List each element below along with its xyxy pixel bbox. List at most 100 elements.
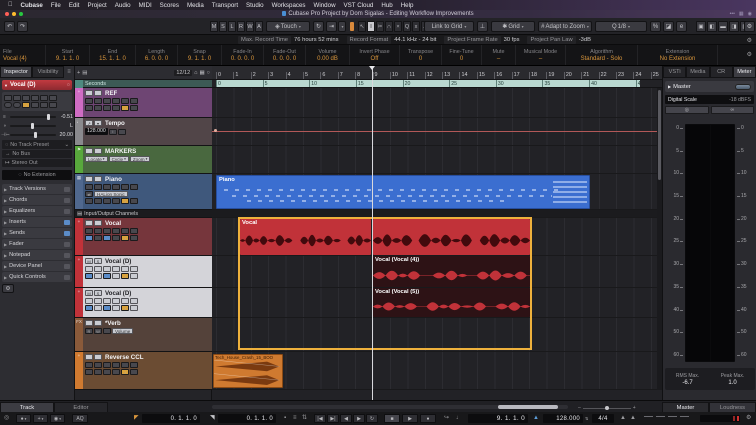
solo-button[interactable]: [94, 220, 102, 226]
menu-item[interactable]: Transport: [208, 2, 242, 9]
track-color-strip[interactable]: ♩: [75, 118, 83, 145]
menu-item[interactable]: Media: [183, 2, 208, 9]
redo-icon[interactable]: ↷: [17, 21, 28, 32]
input-routing-selector[interactable]: → No Bus: [2, 150, 72, 158]
track-control-button[interactable]: [103, 328, 111, 334]
tab-media[interactable]: Media: [686, 66, 710, 78]
pre-roll-icon[interactable]: ↪: [444, 414, 449, 423]
auto-punch-icon[interactable]: ⇥: [326, 21, 337, 32]
read-button[interactable]: R: [85, 328, 93, 334]
tool-button[interactable]: x: [412, 21, 420, 32]
lane-verb[interactable]: [212, 318, 662, 352]
musical-mode-icon[interactable]: ♪: [121, 105, 129, 111]
menu-item[interactable]: MIDI: [135, 2, 156, 9]
solo-button[interactable]: S: [94, 258, 102, 264]
delay-value[interactable]: 20.00: [58, 132, 74, 138]
undo-icon[interactable]: ↶: [4, 21, 15, 32]
mute-button[interactable]: M: [85, 258, 93, 264]
menu-item[interactable]: Cubase: [17, 2, 47, 9]
audiowarp-quantize-icon[interactable]: e: [676, 21, 687, 32]
track-control-button[interactable]: [130, 273, 138, 279]
track-name[interactable]: Vocal (D): [105, 258, 131, 265]
automation-parameter-selector[interactable]: Volume: [112, 328, 134, 334]
track-control-button[interactable]: [130, 266, 138, 272]
tempo-options-button[interactable]: ▾: [94, 120, 102, 126]
lane-tempo[interactable]: [212, 118, 662, 146]
zoom-slider-thumb[interactable]: [604, 405, 609, 410]
track-control-button[interactable]: [121, 362, 129, 368]
track-control-button[interactable]: [94, 362, 102, 368]
record-enable-button[interactable]: [4, 102, 12, 108]
right-locator-value[interactable]: 0. 1. 1. 0: [218, 414, 276, 423]
track-control-button[interactable]: [121, 228, 129, 234]
track-control-button[interactable]: [130, 235, 138, 241]
track-control-button[interactable]: [94, 98, 102, 104]
automation-state-button[interactable]: W: [246, 21, 254, 32]
track-control-button[interactable]: [85, 98, 93, 104]
track-name[interactable]: *Verb: [105, 320, 121, 327]
track-control-button[interactable]: [112, 228, 120, 234]
track-color-strip[interactable]: ⚑: [75, 146, 83, 173]
track-name[interactable]: MARKERS: [105, 148, 136, 155]
right-locator-icon[interactable]: ◥: [210, 414, 215, 423]
track-control-button[interactable]: [112, 266, 120, 272]
track-control-button[interactable]: [94, 105, 102, 111]
status-item[interactable]: Project Pan Law -3dB: [527, 35, 591, 44]
playhead-handle[interactable]: [369, 66, 375, 70]
track-control-button[interactable]: [112, 98, 120, 104]
tool-button[interactable]: ✂: [376, 21, 384, 32]
zoom-controls[interactable]: – +: [578, 405, 636, 411]
external-sync-icon[interactable]: ▲: [630, 414, 636, 423]
menu-item[interactable]: Scores: [156, 2, 183, 9]
inspector-section[interactable]: ▶ Sends: [2, 228, 72, 238]
insert-state-button[interactable]: [85, 273, 93, 279]
edit-channel-button[interactable]: [40, 95, 48, 101]
vocal-audio-clip[interactable]: [373, 219, 530, 255]
inspector-section[interactable]: ▶ Track Versions: [2, 184, 72, 194]
quantize-dropdown[interactable]: Q 1/8 ▾: [595, 21, 647, 32]
inspector-section[interactable]: ▶ Quick Controls: [2, 272, 72, 282]
track-color-strip[interactable]: +: [75, 352, 83, 389]
marker-function-button[interactable]: Locate ▾: [85, 156, 108, 162]
info-line-field[interactable]: File Vocal (4): [0, 45, 46, 65]
track-control-button[interactable]: [112, 105, 120, 111]
track-control-button[interactable]: [94, 273, 102, 279]
status-item[interactable]: Record Format 44.1 kHz - 24 bit: [346, 35, 436, 44]
track-control-button[interactable]: [85, 266, 93, 272]
track-control-button[interactable]: [94, 305, 102, 311]
track-control-button[interactable]: [85, 198, 93, 204]
inspector-section[interactable]: ▶ Device Panel: [2, 261, 72, 271]
marker-function-button[interactable]: Cycle ▾: [108, 156, 129, 162]
mute-button[interactable]: [85, 320, 93, 326]
track-name[interactable]: Reverse CCL: [105, 354, 144, 361]
menu-item[interactable]: VST Cloud: [340, 2, 378, 9]
tempo-value[interactable]: 128.000: [85, 128, 108, 135]
track-color-strip[interactable]: +: [75, 88, 83, 117]
track-color-strip[interactable]: +: [75, 218, 83, 255]
track-control-button[interactable]: [130, 184, 138, 190]
home-icon[interactable]: ⌂: [194, 70, 197, 76]
selected-track-header[interactable]: ▼ Vocal (D) ◌: [2, 80, 72, 90]
info-line-field[interactable]: Mute –: [482, 45, 516, 65]
musical-mode-icon[interactable]: ♪: [121, 235, 129, 241]
reverse-crash-audio-clip[interactable]: Tech_House_Crash_15_BOO: [213, 354, 283, 388]
status-line-gear-icon[interactable]: ⚙: [747, 37, 752, 44]
menu-item[interactable]: File: [47, 2, 65, 9]
track-control-button[interactable]: [103, 184, 111, 190]
status-item[interactable]: Project Frame Rate 30 fps: [444, 35, 519, 44]
solo-button[interactable]: [94, 354, 102, 360]
track-control-button[interactable]: [103, 105, 111, 111]
track-control-button[interactable]: [130, 305, 138, 311]
track-control-button[interactable]: [130, 298, 138, 304]
inspector-section[interactable]: ▶ Chords: [2, 195, 72, 205]
info-line-field[interactable]: Length 6. 0. 0. 0: [136, 45, 178, 65]
musical-mode-icon[interactable]: ♪: [121, 198, 129, 204]
horizontal-scrollbar[interactable]: [212, 405, 568, 409]
tool-button[interactable]: ↖: [358, 21, 366, 32]
track-control-button[interactable]: [85, 362, 93, 368]
track-control-button[interactable]: [121, 184, 129, 190]
solo-button[interactable]: [94, 176, 102, 182]
track-name[interactable]: Piano: [105, 176, 122, 183]
solo-button[interactable]: [94, 90, 102, 96]
mute-button[interactable]: M: [85, 290, 93, 296]
